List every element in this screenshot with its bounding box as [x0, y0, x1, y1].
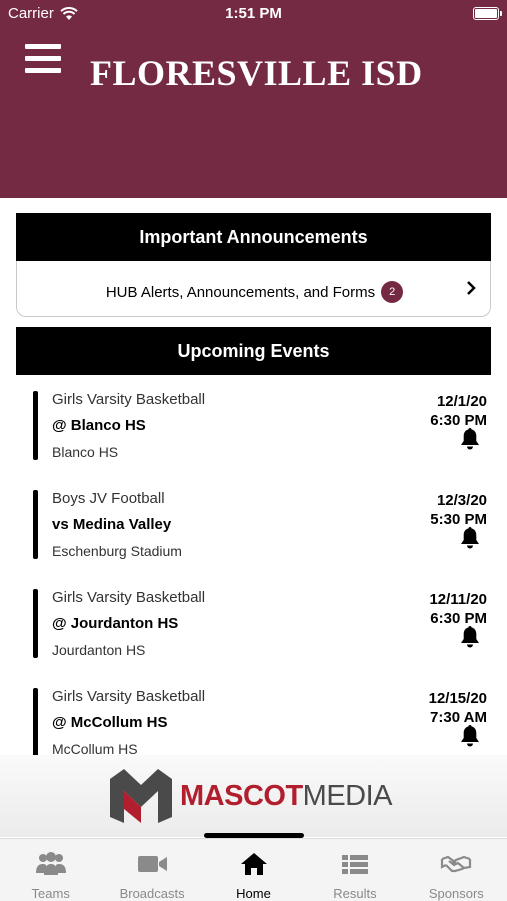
event-datetime: 12/3/20 5:30 PM	[430, 491, 487, 529]
event-bar	[33, 589, 38, 658]
mascot-media-logo: MASCOTMEDIA	[108, 766, 408, 826]
events-list: Girls Varsity Basketball @ Blanco HS Bla…	[0, 385, 507, 781]
event-date: 12/11/20	[429, 591, 487, 608]
event-datetime: 12/1/20 6:30 PM	[430, 392, 487, 430]
event-opponent: @ Jourdanton HS	[52, 615, 179, 632]
bell-icon[interactable]	[459, 526, 481, 550]
teams-icon	[35, 852, 66, 875]
event-date: 12/1/20	[436, 393, 487, 410]
tab-label: Teams	[31, 886, 70, 901]
app-header: Carrier 1:51 PM FLORESVILLE ISD	[0, 0, 507, 198]
event-bar	[33, 391, 38, 460]
event-opponent: vs Medina Valley	[52, 516, 172, 533]
district-title: FLORESVILLE ISD	[90, 53, 423, 93]
event-sport: Boys JV Football	[52, 490, 165, 507]
upcoming-events-header: Upcoming Events	[16, 327, 491, 375]
event-opponent: @ McCollum HS	[52, 714, 168, 731]
hamburger-line	[25, 44, 61, 49]
menu-button[interactable]	[25, 44, 61, 74]
event-sport: Girls Varsity Basketball	[52, 589, 206, 606]
event-item[interactable]: Girls Varsity Basketball @ Jourdanton HS…	[0, 583, 507, 682]
sponsor-banner[interactable]: MASCOTMEDIA	[0, 755, 507, 837]
tab-label: Home	[236, 886, 271, 901]
event-item[interactable]: Girls Varsity Basketball @ Blanco HS Bla…	[0, 385, 507, 484]
tab-sponsors[interactable]: Sponsors	[406, 839, 507, 901]
announcements-row[interactable]: HUB Alerts, Announcements, and Forms 2	[16, 261, 491, 317]
announcements-row-content: HUB Alerts, Announcements, and Forms 2	[17, 281, 492, 303]
bell-icon[interactable]	[459, 427, 481, 451]
tab-broadcasts[interactable]: Broadcasts	[101, 839, 202, 901]
tab-home[interactable]: Home	[203, 839, 304, 901]
tab-label: Results	[333, 886, 377, 901]
video-camera-icon	[138, 856, 168, 872]
event-bar	[33, 490, 38, 559]
tab-teams[interactable]: Teams	[0, 839, 101, 901]
event-bar	[33, 688, 38, 757]
event-location: Eschenburg Stadium	[52, 543, 182, 559]
hamburger-line	[25, 68, 61, 73]
status-time: 1:51 PM	[225, 5, 282, 22]
event-datetime: 12/15/20 7:30 AM	[429, 689, 487, 727]
tab-label: Broadcasts	[119, 886, 185, 901]
event-location: Blanco HS	[52, 444, 119, 460]
tab-bar: Teams Broadcasts Home Results Sponsors	[0, 838, 507, 901]
handshake-icon	[441, 855, 472, 873]
announcements-row-label: HUB Alerts, Announcements, and Forms	[105, 283, 376, 301]
status-bar: Carrier 1:51 PM	[0, 0, 507, 28]
m-logo-icon	[110, 769, 172, 823]
hamburger-line	[25, 56, 61, 61]
event-location: Jourdanton HS	[52, 642, 146, 658]
notification-badge: 2	[381, 281, 404, 303]
event-datetime: 12/11/20 6:30 PM	[429, 590, 487, 628]
event-item[interactable]: Boys JV Football vs Medina Valley Eschen…	[0, 484, 507, 583]
brand-part1: MASCOT	[180, 779, 303, 812]
mascot-media-wordmark: MASCOTMEDIA	[180, 779, 393, 813]
event-date: 12/3/20	[436, 492, 487, 509]
list-icon	[341, 855, 368, 874]
announcements-header: Important Announcements	[16, 213, 491, 261]
brand-part2: MEDIA	[302, 779, 393, 812]
event-sport: Girls Varsity Basketball	[52, 391, 206, 408]
event-date: 12/15/20	[428, 690, 487, 707]
bell-icon[interactable]	[459, 625, 481, 649]
tab-results[interactable]: Results	[304, 839, 405, 901]
home-icon	[240, 853, 267, 875]
battery-icon	[473, 7, 502, 20]
event-opponent: @ Blanco HS	[52, 417, 146, 434]
tab-label: Sponsors	[428, 886, 484, 901]
event-sport: Girls Varsity Basketball	[52, 688, 206, 705]
bell-icon[interactable]	[459, 724, 481, 748]
chevron-right-icon	[467, 281, 476, 295]
